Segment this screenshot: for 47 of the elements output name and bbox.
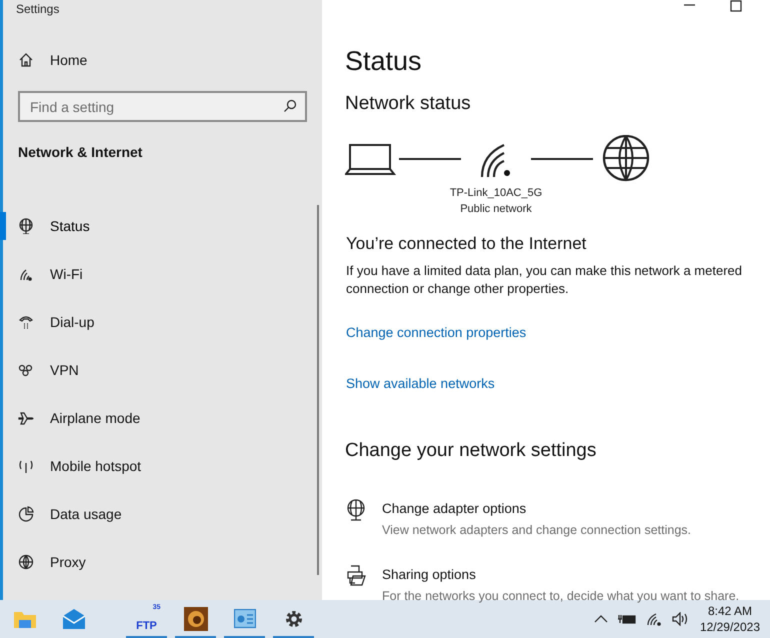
nav-item[interactable]: Dial-up <box>50 312 94 332</box>
phone-icon <box>18 314 34 330</box>
battery-icon[interactable] <box>618 613 636 625</box>
option-description: View network adapters and change connection settings. <box>382 522 691 540</box>
clock[interactable]: 8:42 AM 12/29/2023 <box>700 603 760 635</box>
option-link[interactable]: Change adapter options <box>382 499 526 520</box>
status-heading: You’re connected to the Internet <box>346 232 588 254</box>
window-title: Settings <box>15 1 60 18</box>
chevron-up-icon[interactable] <box>594 614 608 624</box>
section-heading: Network status <box>345 92 472 116</box>
hotspot-icon <box>18 458 34 474</box>
nav-item[interactable]: VPN <box>50 360 79 380</box>
nav-item[interactable]: Wi-Fi <box>50 264 83 284</box>
section-heading: Change your network settings <box>345 438 598 462</box>
vpn-icon <box>18 362 34 378</box>
control-panel-icon <box>234 609 256 629</box>
airplane-icon <box>18 410 34 426</box>
scrollbar[interactable] <box>317 205 319 575</box>
option-link[interactable]: Sharing options <box>382 565 476 586</box>
status-description: If you have a limited data plan, you can make this network a metered connection or change other properties. <box>346 262 743 298</box>
search-icon <box>283 99 297 113</box>
connector-line <box>399 158 461 160</box>
nav-item[interactable]: Data usage <box>50 504 122 524</box>
network-profile: Public network <box>460 202 532 217</box>
envelope-icon <box>62 608 86 630</box>
nav-item[interactable]: Proxy <box>50 552 86 572</box>
printer-folder-icon <box>345 565 368 588</box>
speaker-icon[interactable] <box>672 612 690 626</box>
home-icon <box>18 52 34 68</box>
nav-item[interactable]: Airplane mode <box>50 408 140 428</box>
globe-icon <box>18 554 34 570</box>
pie-chart-icon <box>18 506 34 522</box>
home-link[interactable]: Home <box>50 50 88 70</box>
connector-line <box>531 158 593 160</box>
wifi-icon[interactable] <box>646 612 662 626</box>
network-name: TP-Link_10AC_5G <box>450 186 542 200</box>
option-description: For the networks you connect to, decide what you want to share. <box>382 588 740 606</box>
link[interactable]: Show available networks <box>346 374 495 394</box>
globe-monitor-icon <box>18 218 34 234</box>
nav-item[interactable]: Status <box>50 216 90 236</box>
section-heading: Network & Internet <box>17 143 144 162</box>
nav-item[interactable]: Mobile hotspot <box>50 456 142 476</box>
swirl-icon <box>184 607 208 631</box>
maximize-icon[interactable] <box>730 0 742 12</box>
page-title: Status <box>345 45 423 78</box>
link[interactable]: Change connection properties <box>346 323 526 344</box>
search-field[interactable]: Find a setting <box>18 91 307 122</box>
